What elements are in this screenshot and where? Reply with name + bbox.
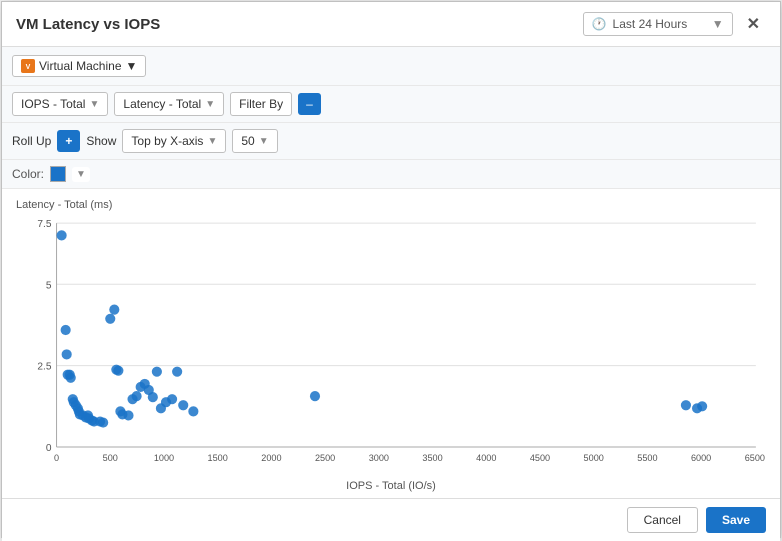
data-point <box>113 366 123 376</box>
vm-icon: V <box>21 59 35 73</box>
data-point <box>62 349 72 359</box>
dialog-header: VM Latency vs IOPS 🕐 Last 24 Hours ▼ ✕ <box>2 2 780 47</box>
top-value-label: 50 <box>241 134 254 148</box>
save-button[interactable]: Save <box>706 507 766 533</box>
y-axis-label: Latency - Total (ms) <box>16 199 766 211</box>
data-point <box>152 367 162 377</box>
color-chevron-icon: ▼ <box>76 169 86 180</box>
data-point <box>66 373 76 383</box>
svg-text:5000: 5000 <box>584 453 604 463</box>
color-row: Color: ▼ <box>2 160 780 189</box>
svg-text:0: 0 <box>46 443 52 454</box>
svg-text:3500: 3500 <box>422 453 442 463</box>
roll-up-label: Roll Up <box>12 134 51 148</box>
top-value-caret: ▼ <box>259 136 269 147</box>
dialog-title: VM Latency vs IOPS <box>16 16 160 33</box>
roll-up-button[interactable]: + <box>57 130 80 152</box>
toolbar-row-display: Roll Up + Show Top by X-axis ▼ 50 ▼ <box>2 123 780 160</box>
svg-text:4000: 4000 <box>476 453 496 463</box>
latency-dropdown[interactable]: Latency - Total ▼ <box>114 92 224 116</box>
chart-area: Latency - Total (ms) 0 2.5 5 7.5 0 <box>2 189 780 498</box>
color-label: Color: <box>12 167 44 181</box>
svg-text:V: V <box>26 64 31 71</box>
svg-text:6000: 6000 <box>691 453 711 463</box>
svg-text:5: 5 <box>46 280 52 291</box>
latency-label: Latency - Total <box>123 97 201 111</box>
svg-text:5500: 5500 <box>637 453 657 463</box>
svg-text:2.5: 2.5 <box>37 362 51 373</box>
show-label: Show <box>86 134 116 148</box>
svg-text:2000: 2000 <box>261 453 281 463</box>
svg-text:3000: 3000 <box>369 453 389 463</box>
vm-badge-label: Virtual Machine <box>39 59 122 73</box>
top-by-xaxis-label: Top by X-axis <box>131 134 203 148</box>
data-point <box>167 394 177 404</box>
data-point <box>61 325 71 335</box>
svg-text:7.5: 7.5 <box>37 219 51 230</box>
data-point <box>681 400 691 410</box>
header-controls: 🕐 Last 24 Hours ▼ ✕ <box>583 12 766 36</box>
data-point <box>188 406 198 416</box>
top-by-xaxis-dropdown[interactable]: Top by X-axis ▼ <box>122 129 226 153</box>
svg-text:4500: 4500 <box>530 453 550 463</box>
iops-caret: ▼ <box>89 99 99 110</box>
svg-text:2500: 2500 <box>315 453 335 463</box>
time-picker-label: Last 24 Hours <box>613 17 688 31</box>
toolbar-row-metrics: IOPS - Total ▼ Latency - Total ▼ Filter … <box>2 86 780 123</box>
cancel-button[interactable]: Cancel <box>627 507 698 533</box>
time-picker[interactable]: 🕐 Last 24 Hours ▼ <box>583 12 733 36</box>
data-point <box>105 314 115 324</box>
filter-by-dropdown[interactable]: Filter By <box>230 92 292 116</box>
iops-dropdown[interactable]: IOPS - Total ▼ <box>12 92 108 116</box>
svg-text:6500: 6500 <box>745 453 765 463</box>
color-caret-btn[interactable]: ▼ <box>72 167 90 182</box>
svg-text:500: 500 <box>103 453 118 463</box>
data-point <box>148 392 158 402</box>
dialog-footer: Cancel Save <box>2 498 780 541</box>
top-value-dropdown[interactable]: 50 ▼ <box>232 129 277 153</box>
svg-text:1000: 1000 <box>154 453 174 463</box>
latency-caret: ▼ <box>205 99 215 110</box>
color-swatch[interactable] <box>50 166 66 182</box>
toolbar-row-vm: V Virtual Machine ▼ <box>2 47 780 86</box>
data-point <box>123 410 133 420</box>
data-point <box>310 391 320 401</box>
svg-text:0: 0 <box>54 453 59 463</box>
data-point <box>132 391 142 401</box>
data-point <box>172 367 182 377</box>
filter-add-button[interactable]: – <box>298 93 321 115</box>
iops-label: IOPS - Total <box>21 97 85 111</box>
scatter-chart: 0 2.5 5 7.5 0 500 1000 1500 2000 2500 30… <box>16 213 766 478</box>
data-point <box>178 400 188 410</box>
data-point <box>697 401 707 411</box>
top-by-xaxis-caret: ▼ <box>207 136 217 147</box>
vm-badge[interactable]: V Virtual Machine ▼ <box>12 55 146 77</box>
data-point <box>109 305 119 315</box>
clock-icon: 🕐 <box>592 17 607 31</box>
x-axis-label: IOPS - Total (IO/s) <box>16 480 766 492</box>
main-dialog: VM Latency vs IOPS 🕐 Last 24 Hours ▼ ✕ V… <box>1 1 781 538</box>
data-point <box>57 230 67 240</box>
svg-text:1500: 1500 <box>208 453 228 463</box>
data-point <box>98 417 108 427</box>
vm-badge-caret: ▼ <box>126 59 138 73</box>
chart-container: 0 2.5 5 7.5 0 500 1000 1500 2000 2500 30… <box>16 213 766 478</box>
close-button[interactable]: ✕ <box>741 12 766 36</box>
filter-by-label: Filter By <box>239 97 283 111</box>
chevron-down-icon: ▼ <box>712 17 724 31</box>
